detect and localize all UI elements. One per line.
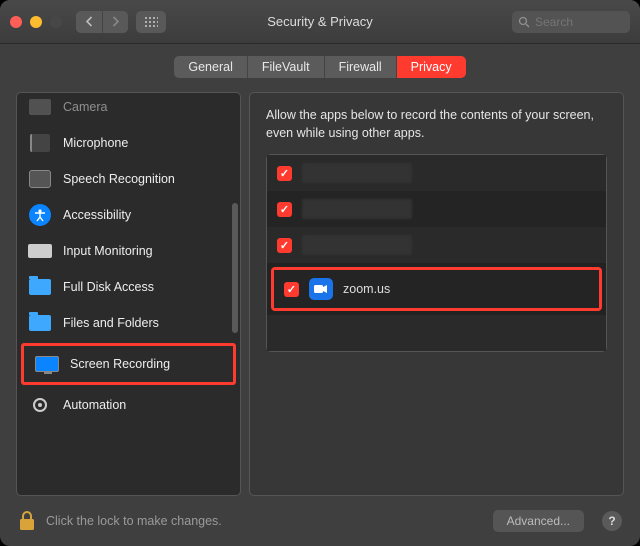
app-name-redacted [302,199,412,219]
app-list: ✓ ✓ ✓ ✓ zoom.us [266,154,607,352]
panel-description: Allow the apps below to record the conte… [266,107,607,142]
nav-buttons [76,11,128,33]
lock-icon[interactable] [18,510,36,532]
help-button[interactable]: ? [602,511,622,531]
app-row-zoom[interactable]: ✓ zoom.us [274,270,599,308]
camera-icon [29,99,51,115]
app-row[interactable]: ✓ [267,191,606,227]
privacy-sidebar: Camera Microphone Speech Recognition Acc… [16,92,241,496]
back-button[interactable] [76,11,102,33]
content-area: Camera Microphone Speech Recognition Acc… [0,84,640,496]
detail-panel: Allow the apps below to record the conte… [249,92,624,496]
preferences-window: Security & Privacy General FileVault Fir… [0,0,640,546]
minimize-window-button[interactable] [30,16,42,28]
sidebar-item-screen-recording[interactable]: Screen Recording [21,343,236,385]
close-window-button[interactable] [10,16,22,28]
advanced-button[interactable]: Advanced... [493,510,584,532]
keyboard-icon [28,244,52,258]
sidebar-item-accessibility[interactable]: Accessibility [17,197,240,233]
titlebar: Security & Privacy [0,0,640,44]
sidebar-item-automation[interactable]: Automation [17,387,240,423]
search-icon [518,16,530,28]
monitor-icon [35,356,59,372]
app-name: zoom.us [343,282,390,296]
sidebar-item-label: Full Disk Access [63,280,154,294]
sidebar-item-files-folders[interactable]: Files and Folders [17,305,240,341]
show-all-button[interactable] [136,11,166,33]
app-row [267,315,606,351]
sidebar-item-label: Automation [63,398,126,412]
app-name-redacted [302,235,412,255]
sidebar-scrollbar[interactable] [232,203,238,333]
forward-button[interactable] [102,11,128,33]
app-row[interactable]: ✓ [267,227,606,263]
zoom-window-button[interactable] [50,16,62,28]
search-input[interactable] [535,15,615,29]
search-field[interactable] [512,11,630,33]
chevron-left-icon [85,16,94,27]
sidebar-item-full-disk[interactable]: Full Disk Access [17,269,240,305]
lock-text: Click the lock to make changes. [46,514,222,528]
app-row[interactable]: ✓ [267,155,606,191]
sidebar-item-speech[interactable]: Speech Recognition [17,161,240,197]
window-controls [10,16,62,28]
app-name-redacted [302,163,412,183]
chevron-right-icon [111,16,120,27]
app-checkbox[interactable]: ✓ [277,202,292,217]
app-row-highlighted: ✓ zoom.us [271,267,602,311]
sidebar-item-input-monitoring[interactable]: Input Monitoring [17,233,240,269]
zoom-icon [309,278,333,300]
sidebar-item-label: Speech Recognition [63,172,175,186]
sidebar-item-label: Accessibility [63,208,131,222]
app-checkbox[interactable]: ✓ [277,238,292,253]
tab-firewall[interactable]: Firewall [325,56,397,78]
tab-privacy[interactable]: Privacy [397,56,466,78]
sidebar-item-label: Input Monitoring [63,244,153,258]
sidebar-item-label: Files and Folders [63,316,159,330]
microphone-icon [30,134,50,152]
sidebar-item-label: Microphone [63,136,128,150]
tab-general[interactable]: General [174,56,247,78]
app-checkbox[interactable]: ✓ [284,282,299,297]
app-checkbox[interactable]: ✓ [277,166,292,181]
folder-icon [29,315,51,331]
sidebar-item-camera[interactable]: Camera [17,92,240,125]
footer: Click the lock to make changes. Advanced… [0,496,640,546]
gear-icon [27,393,53,417]
sidebar-item-label: Screen Recording [70,357,170,371]
accessibility-icon [29,204,51,226]
folder-icon [29,279,51,295]
speech-icon [29,170,51,188]
tab-bar: General FileVault Firewall Privacy [0,44,640,84]
grid-icon [144,16,158,28]
sidebar-item-label: Camera [63,100,107,114]
tab-filevault[interactable]: FileVault [248,56,325,78]
sidebar-item-microphone[interactable]: Microphone [17,125,240,161]
